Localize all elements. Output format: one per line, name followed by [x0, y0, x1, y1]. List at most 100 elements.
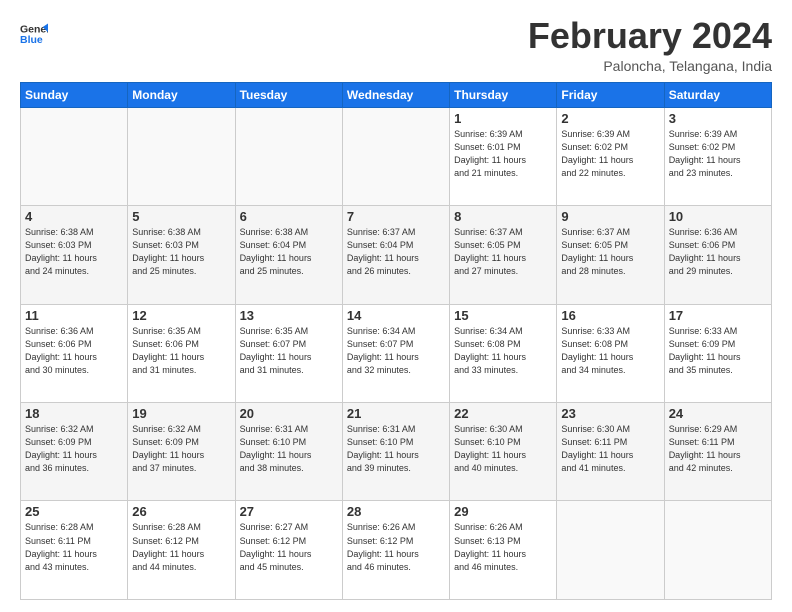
location: Paloncha, Telangana, India [528, 58, 772, 74]
day-number: 18 [25, 406, 123, 421]
day-info: Sunrise: 6:31 AM Sunset: 6:10 PM Dayligh… [240, 423, 338, 475]
table-row: 11 Sunrise: 6:36 AM Sunset: 6:06 PM Dayli… [21, 304, 128, 402]
page: General Blue February 2024 Paloncha, Tel… [0, 0, 792, 612]
table-row: 18 Sunrise: 6:32 AM Sunset: 6:09 PM Dayli… [21, 403, 128, 501]
table-row: 19 Sunrise: 6:32 AM Sunset: 6:09 PM Dayli… [128, 403, 235, 501]
logo-icon: General Blue [20, 20, 48, 48]
day-number: 3 [669, 111, 767, 126]
table-row: 14Sunrise: 6:34 AM Sunset: 6:07 PM Dayli… [342, 304, 449, 402]
calendar-week-4: 18 Sunrise: 6:32 AM Sunset: 6:09 PM Dayli… [21, 403, 772, 501]
table-row: 13 Sunrise: 6:35 AM Sunset: 6:07 PM Dayli… [235, 304, 342, 402]
day-info: Sunrise: 6:39 AM Sunset: 6:01 PM Dayligh… [454, 128, 552, 180]
table-row: 7 Sunrise: 6:37 AM Sunset: 6:04 PM Daylig… [342, 206, 449, 304]
table-row: 27 Sunrise: 6:27 AM Sunset: 6:12 PM Dayli… [235, 501, 342, 600]
table-row [664, 501, 771, 600]
day-info: Sunrise: 6:37 AM Sunset: 6:05 PM Dayligh… [561, 226, 659, 278]
day-info: Sunrise: 6:35 AM Sunset: 6:07 PM Dayligh… [240, 325, 338, 377]
day-number: 22 [454, 406, 552, 421]
table-row [21, 107, 128, 205]
day-info: Sunrise: 6:32 AM Sunset: 6:09 PM Dayligh… [132, 423, 230, 475]
day-number: 17 [669, 308, 767, 323]
day-number: 23 [561, 406, 659, 421]
day-info: Sunrise: 6:38 AM Sunset: 6:04 PM Dayligh… [240, 226, 338, 278]
table-row: 4 Sunrise: 6:38 AM Sunset: 6:03 PM Daylig… [21, 206, 128, 304]
day-info: Sunrise: 6:35 AM Sunset: 6:06 PM Dayligh… [132, 325, 230, 377]
day-info: Sunrise: 6:31 AM Sunset: 6:10 PM Dayligh… [347, 423, 445, 475]
header: General Blue February 2024 Paloncha, Tel… [20, 16, 772, 74]
day-info: Sunrise: 6:26 AM Sunset: 6:12 PM Dayligh… [347, 521, 445, 573]
table-row: 26 Sunrise: 6:28 AM Sunset: 6:12 PM Dayli… [128, 501, 235, 600]
day-info: Sunrise: 6:26 AM Sunset: 6:13 PM Dayligh… [454, 521, 552, 573]
day-number: 26 [132, 504, 230, 519]
day-info: Sunrise: 6:30 AM Sunset: 6:10 PM Dayligh… [454, 423, 552, 475]
day-number: 1 [454, 111, 552, 126]
col-wednesday: Wednesday [342, 82, 449, 107]
day-info: Sunrise: 6:37 AM Sunset: 6:05 PM Dayligh… [454, 226, 552, 278]
col-saturday: Saturday [664, 82, 771, 107]
col-thursday: Thursday [450, 82, 557, 107]
day-info: Sunrise: 6:38 AM Sunset: 6:03 PM Dayligh… [25, 226, 123, 278]
day-info: Sunrise: 6:33 AM Sunset: 6:09 PM Dayligh… [669, 325, 767, 377]
table-row: 20 Sunrise: 6:31 AM Sunset: 6:10 PM Dayli… [235, 403, 342, 501]
day-number: 20 [240, 406, 338, 421]
table-row: 21 Sunrise: 6:31 AM Sunset: 6:10 PM Dayli… [342, 403, 449, 501]
day-number: 24 [669, 406, 767, 421]
day-number: 21 [347, 406, 445, 421]
day-info: Sunrise: 6:33 AM Sunset: 6:08 PM Dayligh… [561, 325, 659, 377]
table-row [557, 501, 664, 600]
calendar-week-2: 4 Sunrise: 6:38 AM Sunset: 6:03 PM Daylig… [21, 206, 772, 304]
calendar-table: Sunday Monday Tuesday Wednesday Thursday… [20, 82, 772, 600]
day-info: Sunrise: 6:27 AM Sunset: 6:12 PM Dayligh… [240, 521, 338, 573]
day-number: 15 [454, 308, 552, 323]
table-row: 29 Sunrise: 6:26 AM Sunset: 6:13 PM Dayli… [450, 501, 557, 600]
table-row: 28Sunrise: 6:26 AM Sunset: 6:12 PM Dayli… [342, 501, 449, 600]
day-number: 16 [561, 308, 659, 323]
day-number: 19 [132, 406, 230, 421]
table-row: 9Sunrise: 6:37 AM Sunset: 6:05 PM Daylig… [557, 206, 664, 304]
day-info: Sunrise: 6:34 AM Sunset: 6:08 PM Dayligh… [454, 325, 552, 377]
day-info: Sunrise: 6:30 AM Sunset: 6:11 PM Dayligh… [561, 423, 659, 475]
day-number: 5 [132, 209, 230, 224]
table-row: 24 Sunrise: 6:29 AM Sunset: 6:11 PM Dayli… [664, 403, 771, 501]
table-row: 22 Sunrise: 6:30 AM Sunset: 6:10 PM Dayli… [450, 403, 557, 501]
day-info: Sunrise: 6:39 AM Sunset: 6:02 PM Dayligh… [561, 128, 659, 180]
table-row: 12 Sunrise: 6:35 AM Sunset: 6:06 PM Dayli… [128, 304, 235, 402]
calendar-week-1: 1 Sunrise: 6:39 AM Sunset: 6:01 PM Daylig… [21, 107, 772, 205]
table-row: 15 Sunrise: 6:34 AM Sunset: 6:08 PM Dayli… [450, 304, 557, 402]
table-row: 25 Sunrise: 6:28 AM Sunset: 6:11 PM Dayli… [21, 501, 128, 600]
col-friday: Friday [557, 82, 664, 107]
svg-text:Blue: Blue [20, 34, 43, 46]
day-number: 7 [347, 209, 445, 224]
day-info: Sunrise: 6:32 AM Sunset: 6:09 PM Dayligh… [25, 423, 123, 475]
day-number: 6 [240, 209, 338, 224]
calendar-week-3: 11 Sunrise: 6:36 AM Sunset: 6:06 PM Dayli… [21, 304, 772, 402]
month-title: February 2024 [528, 16, 772, 56]
day-number: 29 [454, 504, 552, 519]
title-area: February 2024 Paloncha, Telangana, India [528, 16, 772, 74]
calendar-week-5: 25 Sunrise: 6:28 AM Sunset: 6:11 PM Dayli… [21, 501, 772, 600]
table-row [128, 107, 235, 205]
col-monday: Monday [128, 82, 235, 107]
day-info: Sunrise: 6:29 AM Sunset: 6:11 PM Dayligh… [669, 423, 767, 475]
day-info: Sunrise: 6:36 AM Sunset: 6:06 PM Dayligh… [25, 325, 123, 377]
day-info: Sunrise: 6:28 AM Sunset: 6:11 PM Dayligh… [25, 521, 123, 573]
table-row: 23 Sunrise: 6:30 AM Sunset: 6:11 PM Dayli… [557, 403, 664, 501]
day-number: 13 [240, 308, 338, 323]
table-row: 10Sunrise: 6:36 AM Sunset: 6:06 PM Dayli… [664, 206, 771, 304]
day-number: 4 [25, 209, 123, 224]
day-info: Sunrise: 6:28 AM Sunset: 6:12 PM Dayligh… [132, 521, 230, 573]
day-number: 27 [240, 504, 338, 519]
table-row [235, 107, 342, 205]
day-number: 2 [561, 111, 659, 126]
logo: General Blue [20, 20, 48, 48]
day-info: Sunrise: 6:34 AM Sunset: 6:07 PM Dayligh… [347, 325, 445, 377]
day-number: 25 [25, 504, 123, 519]
day-number: 12 [132, 308, 230, 323]
col-tuesday: Tuesday [235, 82, 342, 107]
day-number: 8 [454, 209, 552, 224]
day-info: Sunrise: 6:37 AM Sunset: 6:04 PM Dayligh… [347, 226, 445, 278]
day-number: 11 [25, 308, 123, 323]
table-row: 5 Sunrise: 6:38 AM Sunset: 6:03 PM Daylig… [128, 206, 235, 304]
table-row: 3Sunrise: 6:39 AM Sunset: 6:02 PM Daylig… [664, 107, 771, 205]
day-info: Sunrise: 6:38 AM Sunset: 6:03 PM Dayligh… [132, 226, 230, 278]
